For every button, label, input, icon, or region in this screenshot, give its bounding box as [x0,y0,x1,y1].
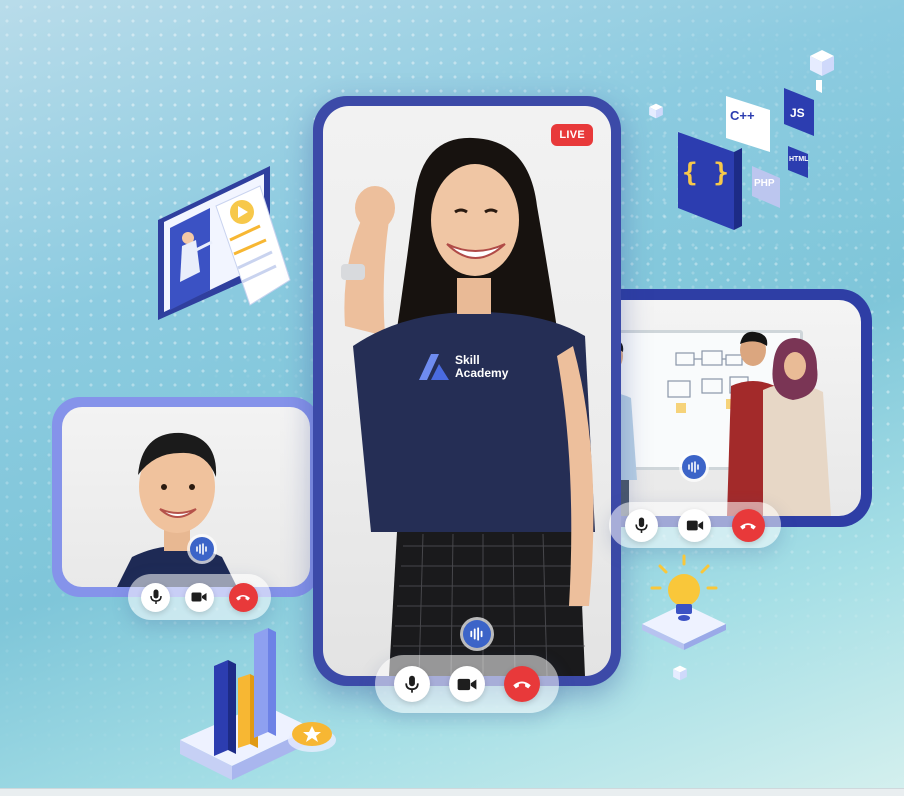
html-badge-label: HTML [789,156,809,163]
microphone-button[interactable] [394,666,431,702]
participant-video-left[interactable] [52,397,320,597]
audio-indicator-icon [682,455,706,479]
end-call-icon [512,681,531,689]
microphone-button[interactable] [141,582,171,612]
call-controls-left [128,574,271,620]
brand-line-2: Academy [455,366,509,380]
end-call-icon [236,595,251,601]
microphone-icon [635,517,648,533]
microphone-button[interactable] [625,508,659,542]
bar-chart-illustration [180,628,336,780]
audio-indicator-icon [190,537,214,561]
microphone-icon [150,589,162,604]
participant-video-left-screen [62,407,310,587]
presentation-monitor-illustration [158,166,291,320]
main-video-screen: LIVE Skill Academy [323,106,611,676]
end-call-icon [740,522,757,529]
code-badges-shapes [678,80,822,230]
video-camera-button[interactable] [448,666,485,702]
cube-decoration [649,103,663,119]
js-badge-label: JS [790,106,805,120]
lightbulb-illustration [642,554,726,650]
presenter-woman [341,137,595,676]
skill-academy-logo-icon [419,354,449,380]
video-camera-icon [457,678,477,690]
shirt-brand-logo: Skill Academy [419,354,508,380]
main-video-stream[interactable]: LIVE Skill Academy [313,96,621,686]
call-controls-right [609,502,781,548]
video-camera-button[interactable] [678,508,712,542]
cube-decoration [810,50,834,76]
call-controls-main [375,655,559,713]
video-camera-icon [686,520,704,530]
video-camera-icon [191,592,207,602]
cpp-badge-label: C++ [730,108,755,123]
braces-badge-label: { } [682,158,729,188]
end-call-button[interactable] [731,508,765,542]
end-call-button[interactable] [503,666,540,702]
cube-decoration [673,665,687,681]
audio-indicator-icon [463,620,491,648]
end-call-button[interactable] [228,582,258,612]
video-camera-button[interactable] [184,582,214,612]
bottom-strip [0,788,904,796]
code-badges-illustration: { } C++ JS HTML PHP [672,80,822,230]
php-badge-label: PHP [754,178,775,189]
microphone-icon [405,675,420,693]
shirt-brand-text: Skill Academy [455,354,508,380]
participant-man-left [117,432,237,587]
wristwatch [341,264,365,280]
